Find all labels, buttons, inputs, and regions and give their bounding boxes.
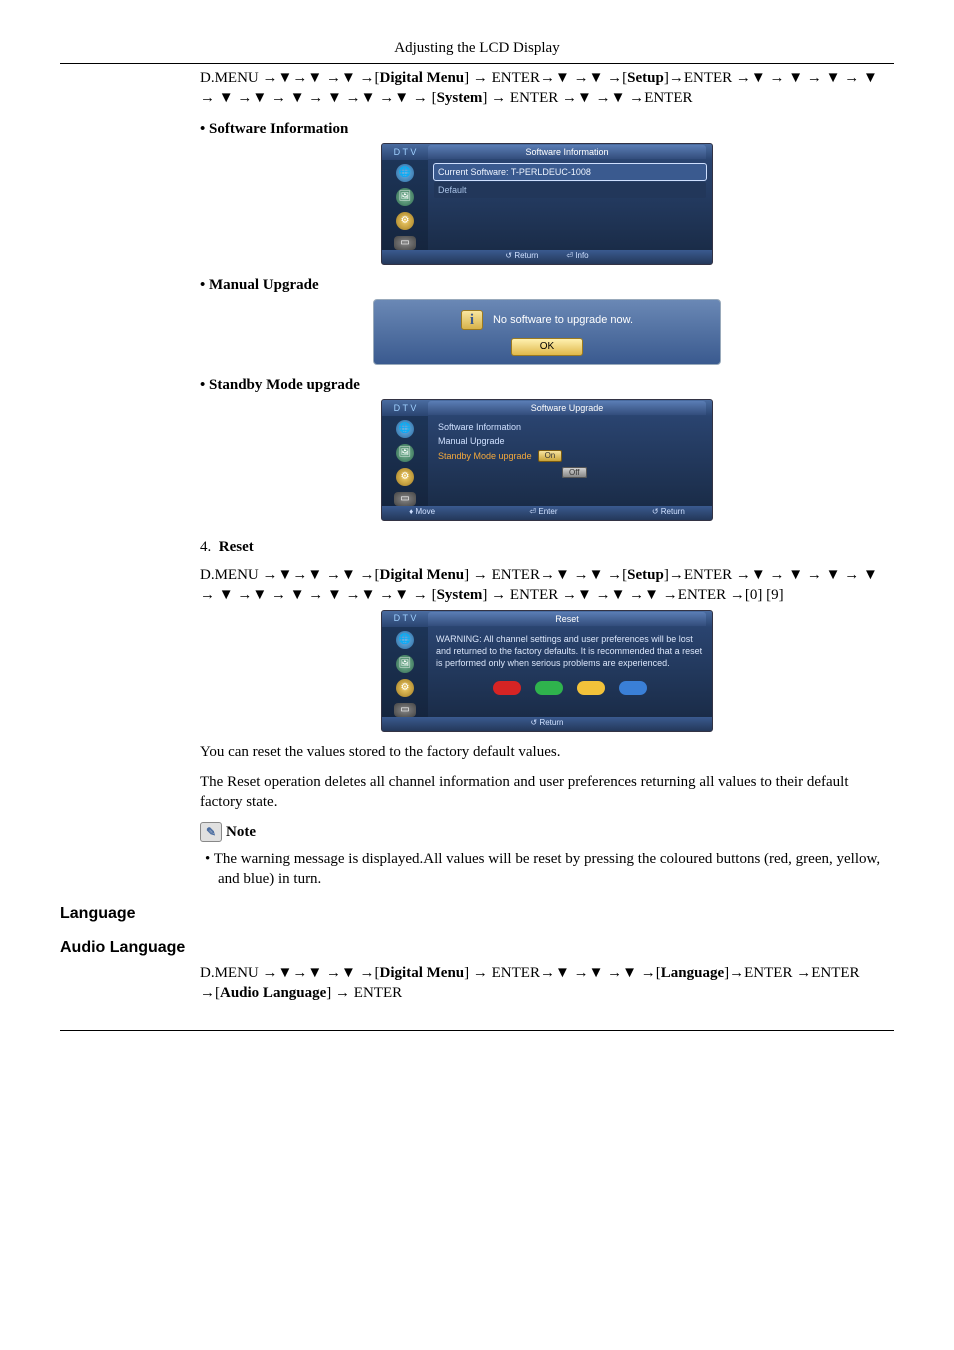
step-label: Reset	[219, 539, 254, 555]
info-badge-icon: i	[461, 310, 483, 330]
picture-icon: 🖼	[396, 444, 414, 462]
footer-move[interactable]: ♦ Move	[409, 507, 435, 518]
osd-panel-reset: D T V Reset 🌐 🖼 ⚙ ▭ WARNING: All channel…	[381, 610, 713, 732]
remote-icon: ▭	[394, 703, 416, 717]
osd-sidebar: 🌐 🖼 ⚙ ▭	[382, 416, 428, 506]
colour-buttons-row	[434, 681, 706, 695]
colour-button-green[interactable]	[535, 681, 563, 695]
globe-icon: 🌐	[396, 631, 414, 649]
footer-info[interactable]: ⏎ Info	[566, 251, 588, 262]
footer-return[interactable]: ↺ Return	[505, 251, 538, 262]
row-standby-upgrade[interactable]: Standby Mode upgrade On	[434, 448, 706, 464]
dtv-label: D T V	[382, 146, 428, 158]
remote-icon: ▭	[394, 236, 416, 250]
colour-button-red[interactable]	[493, 681, 521, 695]
dialog-message: No software to upgrade now.	[493, 313, 633, 328]
osd-sidebar: 🌐 🖼 ⚙ ▭	[382, 160, 428, 250]
remote-icon: ▭	[394, 492, 416, 506]
option-on[interactable]: On	[538, 450, 563, 462]
heading-audio-language: Audio Language	[60, 939, 894, 957]
picture-icon: 🖼	[396, 188, 414, 206]
note-heading: ✎ Note	[200, 822, 894, 842]
osd-panel-software-upgrade: D T V Software Upgrade 🌐 🖼 ⚙ ▭ Software …	[381, 399, 713, 521]
current-software-row[interactable]: Current Software: T-PERLDEUC-1008	[434, 164, 706, 180]
picture-icon: 🖼	[396, 655, 414, 673]
option-off[interactable]: Off	[562, 467, 587, 478]
nav-setup: Setup	[627, 70, 664, 86]
move-icon: ♦	[409, 507, 413, 516]
osd-main: WARNING: All channel settings and user p…	[428, 627, 712, 717]
osd-main: Software Information Manual Upgrade Stan…	[428, 416, 712, 506]
reset-desc-2: The Reset operation deletes all channel …	[200, 772, 894, 813]
ok-button[interactable]: OK	[511, 338, 583, 356]
gear-icon: ⚙	[396, 679, 414, 697]
footer-return[interactable]: ↺ Return	[652, 507, 685, 518]
osd-title: Software Information	[428, 145, 706, 159]
nav-prefix: D.MENU	[200, 70, 263, 86]
step-4-reset: 4. Reset	[200, 537, 894, 557]
nav-system: System	[437, 90, 483, 106]
reset-desc-1: You can reset the values stored to the f…	[200, 742, 894, 762]
header-title: Adjusting the LCD Display	[60, 40, 894, 57]
row-manual-upgrade[interactable]: Manual Upgrade	[434, 434, 706, 448]
dtv-label: D T V	[382, 402, 428, 414]
nav-path-reset: D.MENU →▼→▼ →▼ →[Digital Menu] → ENTER→▼…	[200, 565, 894, 606]
nav-enter2: ENTER	[684, 70, 732, 86]
osd-panel-software-info: D T V Software Information 🌐 🖼 ⚙ ▭ Curre…	[381, 143, 713, 265]
osd-sidebar: 🌐 🖼 ⚙ ▭	[382, 627, 428, 717]
return-icon: ↺	[531, 718, 538, 727]
colour-button-yellow[interactable]	[577, 681, 605, 695]
osd-footer: ♦ Move ⏎ Enter ↺ Return	[382, 506, 712, 520]
info-icon: ⏎	[566, 251, 573, 260]
enter-icon: ⏎	[529, 507, 536, 516]
osd-main: Current Software: T-PERLDEUC-1008 Defaul…	[428, 160, 712, 250]
nav-path-audio-language: D.MENU →▼→▼ →▼ →[Digital Menu] → ENTER→▼…	[200, 963, 894, 1004]
nav-digital: Digital Menu	[380, 70, 465, 86]
note-label: Note	[226, 822, 256, 842]
default-row: Default	[434, 182, 706, 198]
dialog-manual-upgrade: i No software to upgrade now. OK	[373, 299, 721, 365]
nav-path-system: D.MENU →▼→▼ →▼ →[Digital Menu] → ENTER→▼…	[200, 68, 894, 109]
dtv-label: D T V	[382, 612, 428, 624]
gear-icon: ⚙	[396, 468, 414, 486]
step-number: 4.	[200, 539, 211, 555]
osd-title: Software Upgrade	[428, 401, 706, 415]
gear-icon: ⚙	[396, 212, 414, 230]
osd-header: D T V Software Information	[382, 144, 712, 160]
header-divider	[60, 63, 894, 64]
footer-divider	[60, 1030, 894, 1031]
colour-button-blue[interactable]	[619, 681, 647, 695]
heading-language: Language	[60, 905, 894, 923]
globe-icon: 🌐	[396, 420, 414, 438]
nav-enter4: ENTER	[644, 90, 692, 106]
note-text: The warning message is displayed.All val…	[218, 849, 894, 890]
osd-header: D T V Reset	[382, 611, 712, 627]
osd-header: D T V Software Upgrade	[382, 400, 712, 416]
nav-enter: ENTER	[492, 70, 540, 86]
globe-icon: 🌐	[396, 164, 414, 182]
return-icon: ↺	[505, 251, 512, 260]
reset-warning-text: WARNING: All channel settings and user p…	[434, 631, 706, 675]
row-sw-info[interactable]: Software Information	[434, 420, 706, 434]
bullet-manual-upgrade: Manual Upgrade	[200, 275, 894, 295]
footer-enter[interactable]: ⏎ Enter	[529, 507, 557, 518]
osd-title: Reset	[428, 612, 706, 626]
note-icon: ✎	[200, 822, 222, 842]
standby-label: Standby Mode upgrade	[438, 450, 532, 462]
bullet-standby-upgrade: Standby Mode upgrade	[200, 375, 894, 395]
nav-enter3: ENTER	[510, 90, 558, 106]
footer-return[interactable]: ↺ Return	[531, 718, 564, 729]
osd-footer: ↺ Return ⏎ Info	[382, 250, 712, 264]
return-icon: ↺	[652, 507, 659, 516]
page-header: Adjusting the LCD Display	[60, 40, 894, 64]
bullet-software-info: Software Information	[200, 119, 894, 139]
osd-footer: ↺ Return	[382, 717, 712, 731]
